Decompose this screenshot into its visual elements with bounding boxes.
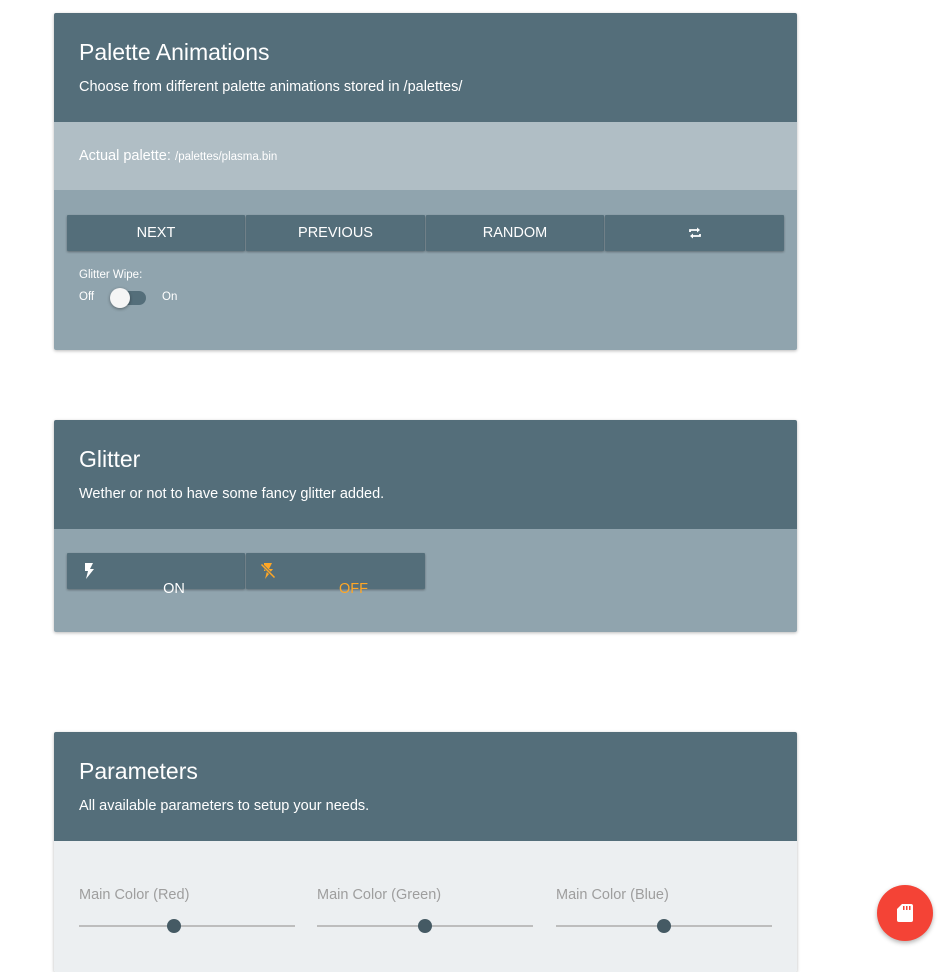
glitter-wipe-on-label: On	[162, 291, 178, 303]
glitter-on-button[interactable]: ON	[67, 553, 245, 597]
palette-title: Palette Animations	[79, 39, 270, 65]
repeat-icon	[687, 225, 703, 241]
slider-green-thumb[interactable]	[418, 919, 432, 933]
glitter-subtitle: Wether or not to have some fancy glitter…	[79, 486, 385, 502]
glitter-off-label: OFF	[339, 581, 368, 597]
palette-subtitle: Choose from different palette animations…	[79, 79, 463, 95]
previous-button[interactable]: PREVIOUS	[246, 215, 425, 251]
slider-green-label: Main Color (Green)	[317, 887, 442, 903]
parameters-card: Parameters All available parameters to s…	[54, 732, 797, 972]
palette-header: Palette Animations Choose from different…	[54, 13, 797, 122]
parameters-header: Parameters All available parameters to s…	[54, 732, 797, 841]
save-fab[interactable]	[877, 885, 933, 941]
parameters-body: Main Color (Red) Main Color (Green) Main…	[54, 841, 797, 972]
glitter-on-label: ON	[163, 581, 185, 597]
slider-red-label: Main Color (Red)	[79, 887, 190, 903]
parameters-title: Parameters	[79, 758, 198, 784]
palette-animations-card: Palette Animations Choose from different…	[54, 13, 797, 350]
glitter-body: ON OFF	[54, 529, 797, 632]
slider-red-track[interactable]	[79, 925, 295, 927]
slider-red-thumb[interactable]	[167, 919, 182, 933]
actual-palette-value: /palettes/plasma.bin	[175, 151, 278, 163]
glitter-wipe-off-label: Off	[79, 291, 95, 303]
glitter-header: Glitter Wether or not to have some fancy…	[54, 420, 797, 529]
glitter-wipe-toggle[interactable]	[110, 288, 146, 308]
glitter-off-button[interactable]: OFF	[246, 553, 425, 597]
slider-blue-label: Main Color (Blue)	[556, 887, 669, 903]
next-button[interactable]: NEXT	[67, 215, 245, 251]
actual-palette-bar: Actual palette: /palettes/plasma.bin	[54, 122, 797, 190]
parameters-subtitle: All available parameters to setup your n…	[79, 798, 370, 814]
actual-palette-label: Actual palette:	[79, 148, 171, 164]
palette-body: NEXT PREVIOUS RANDOM Glitter Wipe: Off O…	[54, 190, 797, 350]
slider-blue-thumb[interactable]	[657, 919, 671, 933]
sd-card-icon	[897, 904, 913, 922]
random-button[interactable]: RANDOM	[426, 215, 604, 251]
glitter-card: Glitter Wether or not to have some fancy…	[54, 420, 797, 632]
toggle-knob	[110, 288, 130, 308]
glitter-title: Glitter	[79, 446, 141, 472]
repeat-button[interactable]	[605, 215, 784, 251]
glitter-wipe-label: Glitter Wipe:	[79, 269, 143, 281]
